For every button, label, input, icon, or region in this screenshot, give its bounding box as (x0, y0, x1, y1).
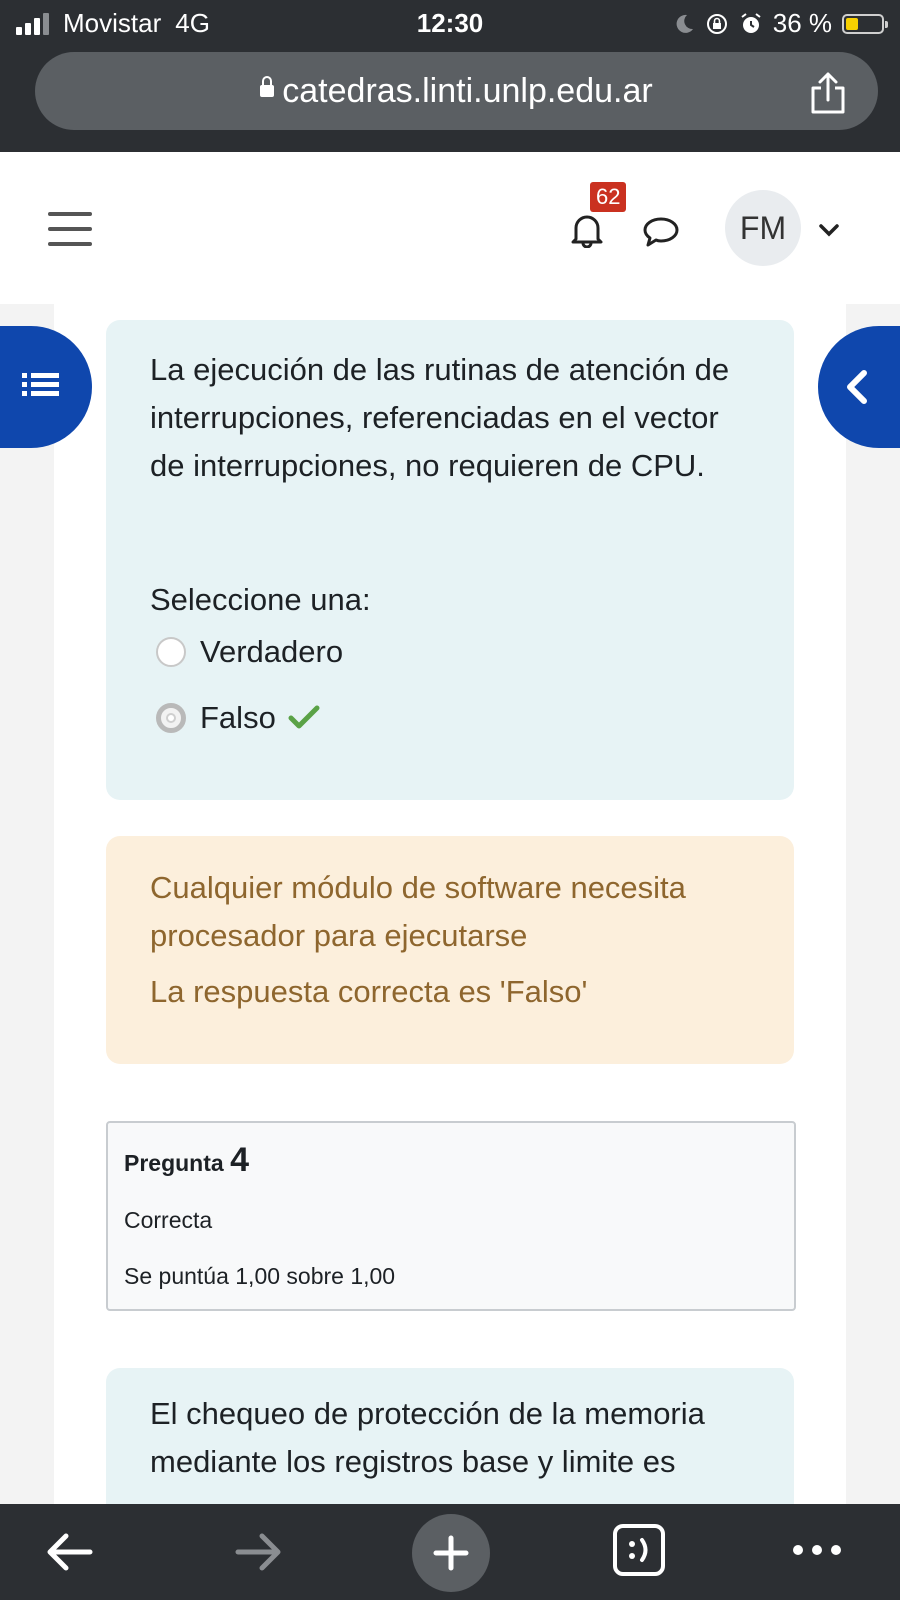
site-header: 62 FM (0, 152, 900, 304)
notification-badge: 62 (590, 182, 627, 212)
question-info: Pregunta 4 Correcta Se puntúa 1,00 sobre… (106, 1121, 796, 1311)
alarm-icon (741, 12, 761, 33)
radio-verdadero[interactable] (156, 637, 186, 667)
share-icon[interactable] (808, 70, 848, 116)
menu-icon[interactable] (48, 212, 92, 257)
option-falso[interactable]: Falso (156, 700, 320, 736)
list-icon (22, 373, 59, 396)
moon-icon (676, 14, 693, 33)
browser-toolbar: catedras.linti.unlp.edu.ar (0, 46, 900, 152)
plus-icon (433, 1535, 469, 1571)
lock-icon (260, 76, 275, 98)
option-label: Verdadero (200, 634, 344, 669)
battery-percent: 36 % (772, 8, 832, 38)
question-number: Pregunta 4 (124, 1141, 249, 1180)
question-num: 4 (230, 1141, 249, 1179)
url-text: catedras.linti.unlp.edu.ar (282, 72, 653, 110)
option-label: Falso (200, 700, 276, 735)
feedback-panel: Cualquier módulo de software necesita pr… (106, 836, 794, 1064)
more-options-icon[interactable] (790, 1520, 844, 1580)
url-text-wrap: catedras.linti.unlp.edu.ar (35, 72, 878, 111)
question-text-2: El chequeo de protección de la memoria m… (150, 1396, 705, 1479)
question-text: La ejecución de las rutinas de atención … (150, 352, 730, 483)
back-arrow-icon[interactable] (42, 1520, 96, 1584)
question-grade: Se puntúa 1,00 sobre 1,00 (124, 1263, 396, 1289)
chat-icon[interactable] (642, 216, 680, 248)
forward-arrow-icon[interactable] (232, 1520, 286, 1584)
tabs-icon[interactable] (612, 1520, 666, 1580)
radio-falso[interactable] (156, 703, 186, 733)
specific-feedback: Cualquier módulo de software necesita pr… (150, 870, 686, 953)
question-text-panel: La ejecución de las rutinas de atención … (106, 320, 794, 800)
bell-icon[interactable] (570, 212, 604, 248)
question-label: Pregunta (124, 1150, 224, 1176)
option-verdadero[interactable]: Verdadero (156, 634, 343, 670)
status-bar: Movistar 4G 12:30 36 % (0, 0, 900, 46)
chevron-down-icon[interactable] (818, 222, 840, 238)
correct-answer: La respuesta correcta es 'Falso' (150, 974, 588, 1009)
chevron-left-icon (847, 370, 867, 404)
user-avatar[interactable]: FM (725, 190, 801, 266)
battery-icon (842, 13, 888, 34)
status-right: 36 % (673, 8, 888, 39)
rotation-lock-icon (706, 13, 727, 34)
question-state: Correcta (124, 1207, 213, 1233)
checkmark-icon (288, 705, 320, 729)
answer-prompt: Seleccione una: (150, 582, 371, 617)
new-tab-button[interactable] (412, 1514, 490, 1592)
address-bar[interactable]: catedras.linti.unlp.edu.ar (35, 52, 878, 130)
browser-bottom-toolbar (0, 1504, 900, 1600)
